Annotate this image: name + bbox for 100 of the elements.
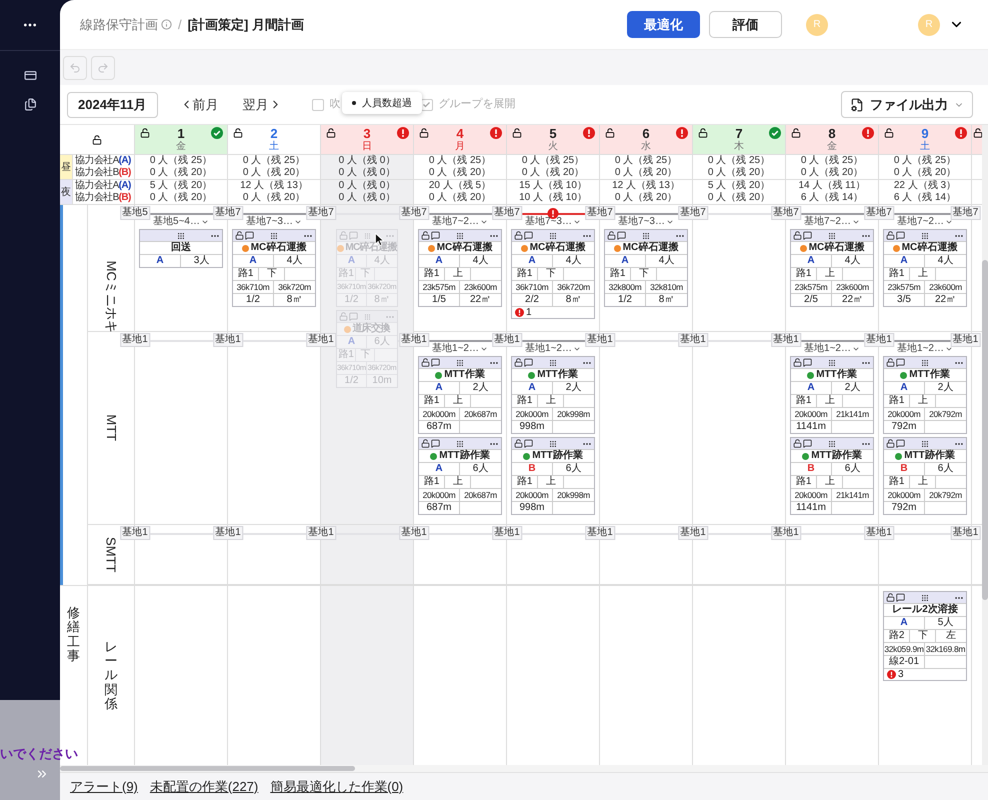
horizontal-scrollbar[interactable] bbox=[60, 765, 988, 772]
drag-handle-icon[interactable] bbox=[921, 232, 929, 240]
footer-link[interactable]: 簡易最適化した作業(0) bbox=[270, 776, 404, 796]
lock-icon[interactable] bbox=[421, 358, 430, 367]
lock-icon[interactable] bbox=[884, 128, 894, 138]
info-icon[interactable] bbox=[161, 19, 172, 30]
previous-month-button[interactable]: 前月 bbox=[180, 94, 219, 114]
comment-icon[interactable] bbox=[803, 231, 812, 240]
work-card[interactable]: MC碎石運搬 A 4人 路1 下 32k800m 32k810m 1/2 8㎡ bbox=[604, 229, 688, 307]
comment-icon[interactable] bbox=[896, 439, 905, 448]
staff-count: 0 人（残 0） bbox=[321, 192, 414, 204]
comment-icon[interactable] bbox=[803, 439, 812, 448]
lock-icon[interactable] bbox=[605, 128, 615, 138]
comment-icon[interactable] bbox=[431, 231, 440, 240]
lock-icon[interactable] bbox=[973, 128, 982, 138]
lock-icon[interactable] bbox=[419, 128, 429, 138]
lock-icon[interactable] bbox=[514, 439, 523, 448]
evaluate-button[interactable]: 評価 bbox=[709, 11, 782, 38]
work-card[interactable]: MTT作業 A 2人 路1 上 20k000m 20k687m 687m bbox=[418, 356, 502, 434]
comment-icon[interactable] bbox=[245, 231, 254, 240]
drag-handle-icon[interactable] bbox=[549, 358, 557, 366]
route-selector[interactable]: 基地1~2… bbox=[525, 343, 581, 354]
crew-code: A bbox=[337, 255, 367, 267]
month-button[interactable]: 2024年11月 bbox=[67, 92, 158, 118]
work-card[interactable]: MTT跡作業 B 6人 路1 上 20k000m 20k998m 998m bbox=[511, 437, 595, 515]
drag-handle-icon[interactable] bbox=[642, 232, 650, 240]
lock-icon[interactable] bbox=[886, 358, 895, 367]
lock-icon[interactable] bbox=[92, 134, 102, 144]
lock-icon[interactable] bbox=[793, 231, 802, 240]
drag-handle-icon[interactable] bbox=[456, 358, 464, 366]
comment-icon[interactable] bbox=[524, 231, 533, 240]
lock-icon[interactable] bbox=[140, 128, 150, 138]
lock-icon[interactable] bbox=[793, 358, 802, 367]
lock-icon[interactable] bbox=[886, 439, 895, 448]
documents-icon[interactable] bbox=[24, 98, 36, 111]
comment-icon[interactable] bbox=[524, 358, 533, 367]
footer-link[interactable]: アラート(9) bbox=[70, 776, 138, 796]
drag-handle-icon[interactable] bbox=[456, 232, 464, 240]
lock-icon[interactable] bbox=[886, 593, 895, 602]
work-card[interactable]: 回送 A 3人 bbox=[139, 229, 223, 268]
track-field: 路1 bbox=[884, 395, 910, 407]
comment-icon[interactable] bbox=[431, 439, 440, 448]
lock-icon[interactable] bbox=[421, 231, 430, 240]
route-selector[interactable]: 基地1~2… bbox=[432, 343, 488, 354]
work-card[interactable]: MTT跡作業 B 6人 路1 上 20k000m 21k141m 1141m bbox=[790, 437, 874, 515]
comment-icon[interactable] bbox=[431, 358, 440, 367]
lock-icon[interactable] bbox=[421, 439, 430, 448]
lock-icon[interactable] bbox=[791, 128, 801, 138]
drag-handle-icon[interactable] bbox=[549, 232, 557, 240]
drag-handle-icon[interactable] bbox=[828, 440, 836, 448]
lock-icon[interactable] bbox=[793, 439, 802, 448]
lock-icon[interactable] bbox=[607, 231, 616, 240]
work-card[interactable]: MC碎石運搬 A 4人 路1 上 23k575m 23k600m 2/5 22㎡ bbox=[790, 229, 874, 307]
lock-icon[interactable] bbox=[514, 358, 523, 367]
work-card[interactable]: MC碎石運搬 A 4人 路1 上 23k575m 23k600m 1/5 22㎡ bbox=[418, 229, 502, 307]
drag-handle-icon[interactable] bbox=[921, 358, 929, 366]
next-month-button[interactable]: 翌月 bbox=[242, 94, 282, 114]
route-selector[interactable]: 基地1~2… bbox=[804, 343, 860, 354]
work-card[interactable]: レール2次溶接 A 5人 路2 下 左 32k059.9m 32k169.8m 線2-01 3 bbox=[883, 591, 967, 681]
route-selector[interactable]: 基地7~3… bbox=[246, 216, 302, 227]
lock-icon[interactable] bbox=[233, 128, 243, 138]
lock-icon[interactable] bbox=[235, 231, 244, 240]
schedule-icon[interactable] bbox=[24, 69, 36, 82]
lock-icon[interactable] bbox=[886, 231, 895, 240]
work-card[interactable]: MTT作業 A 2人 路1 上 20k000m 20k792m 792m bbox=[883, 356, 967, 434]
breadcrumb-link[interactable]: 線路保守計画 bbox=[80, 14, 158, 34]
drag-handle-icon[interactable] bbox=[921, 594, 929, 602]
route-selector[interactable]: 基地7~3… bbox=[525, 216, 581, 227]
vertical-scrollbar[interactable] bbox=[982, 125, 988, 765]
work-card[interactable]: MTT作業 A 2人 路1 上 20k000m 20k998m 998m bbox=[511, 356, 595, 434]
route-selector[interactable]: 基地7~2… bbox=[432, 216, 488, 227]
route-selector[interactable]: 基地7~2… bbox=[804, 216, 860, 227]
comment-icon[interactable] bbox=[524, 439, 533, 448]
work-card[interactable]: MTT跡作業 B 6人 路1 上 20k000m 20k792m 792m bbox=[883, 437, 967, 515]
footer-link[interactable]: 未配置の作業(227) bbox=[150, 776, 258, 796]
comment-icon[interactable] bbox=[803, 358, 812, 367]
comment-icon[interactable] bbox=[896, 231, 905, 240]
route-selector[interactable]: 基地7~3… bbox=[618, 216, 674, 227]
work-card[interactable]: MC碎石運搬 A 4人 路1 下 36k710m 36k720m 1/2 8㎡ bbox=[232, 229, 316, 307]
lock-icon[interactable] bbox=[326, 128, 336, 138]
drag-handle-icon[interactable] bbox=[828, 358, 836, 366]
lock-icon[interactable] bbox=[698, 128, 708, 138]
export-button[interactable]: ファイル出力 bbox=[841, 91, 973, 118]
optimize-button[interactable]: 最適化 bbox=[627, 11, 700, 38]
work-card[interactable]: MC碎石運搬 A 4人 路1 下 36k710m 36k720m 2/2 8㎡ 1 bbox=[511, 229, 595, 319]
drag-handle-icon[interactable] bbox=[921, 440, 929, 448]
drag-handle-icon[interactable] bbox=[456, 440, 464, 448]
lock-icon[interactable] bbox=[514, 231, 523, 240]
route-selector[interactable]: 基地5~4… bbox=[153, 216, 209, 227]
work-card[interactable]: MC碎石運搬 A 4人 路1 上 23k575m 23k600m 3/5 22㎡ bbox=[883, 229, 967, 307]
comment-icon[interactable] bbox=[896, 593, 905, 602]
work-card[interactable]: MTT作業 A 2人 路1 上 20k000m 21k141m 1141m bbox=[790, 356, 874, 434]
drag-handle-icon[interactable] bbox=[270, 232, 278, 240]
work-card[interactable]: MTT跡作業 A 6人 路1 上 20k000m 20k687m 687m bbox=[418, 437, 502, 515]
drag-handle-icon[interactable] bbox=[828, 232, 836, 240]
lock-icon[interactable] bbox=[512, 128, 522, 138]
drag-handle-icon[interactable] bbox=[177, 232, 185, 240]
comment-icon[interactable] bbox=[896, 358, 905, 367]
comment-icon[interactable] bbox=[617, 231, 626, 240]
drag-handle-icon[interactable] bbox=[549, 440, 557, 448]
